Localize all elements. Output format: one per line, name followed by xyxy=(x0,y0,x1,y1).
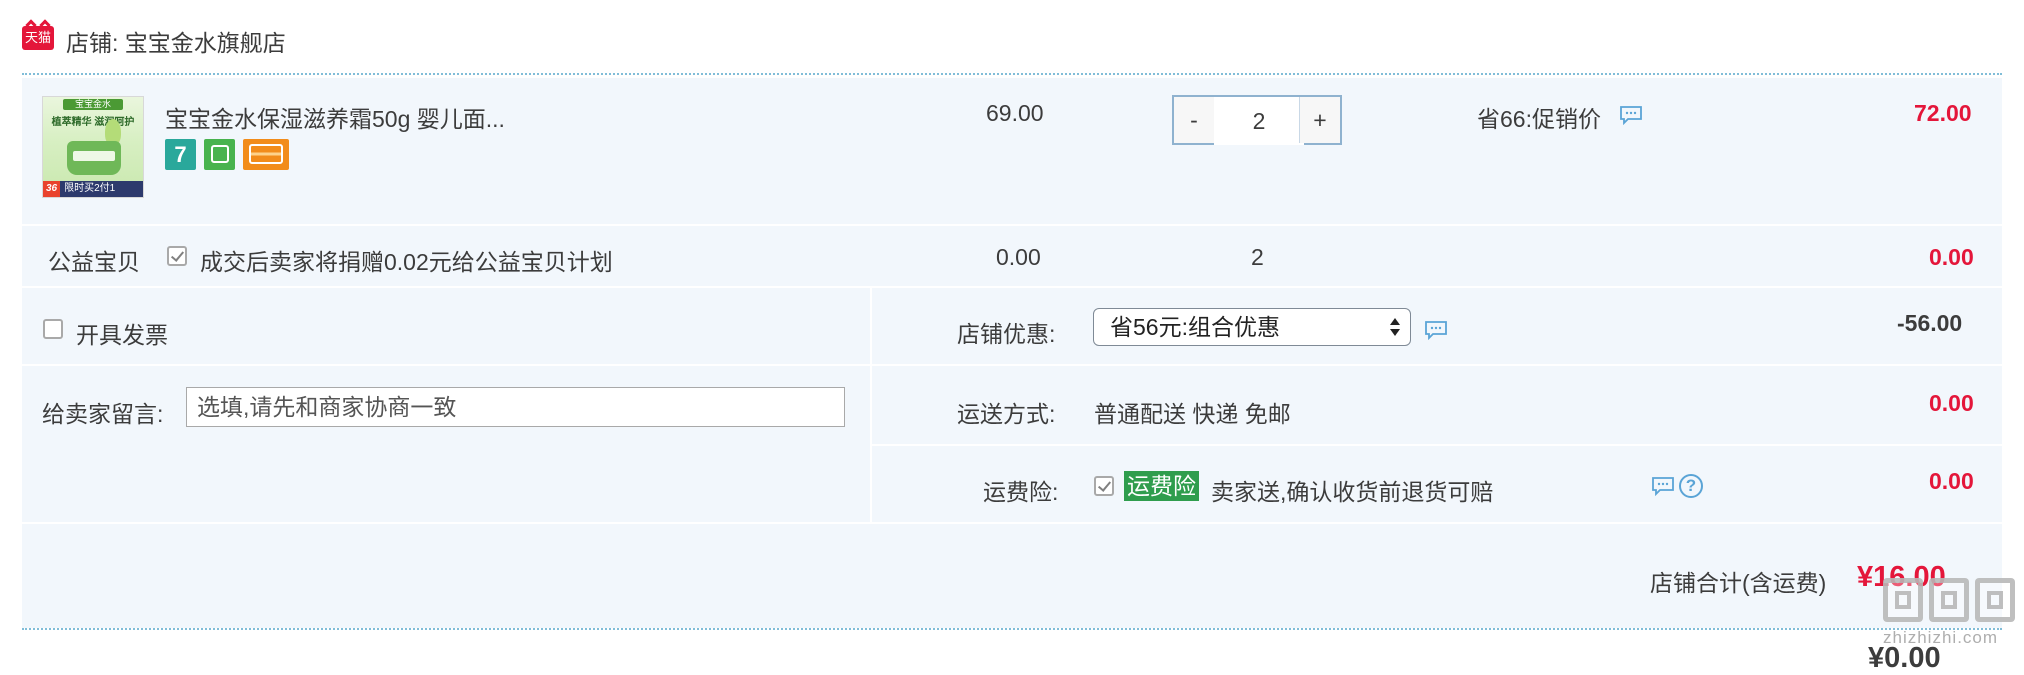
cream-jar-icon xyxy=(67,141,121,175)
promo-text: 限时买2付1 xyxy=(64,183,116,194)
shopping-bag-icon[interactable] xyxy=(204,139,235,170)
seven-day-return-icon[interactable]: 7 xyxy=(165,139,196,170)
charity-description: 成交后卖家将捐赠0.02元给公益宝贝计划 xyxy=(200,249,613,275)
credit-card-icon[interactable] xyxy=(243,139,289,170)
invoice-label[interactable]: 开具发票 xyxy=(76,316,168,350)
shipping-label: 运送方式: xyxy=(957,401,1056,427)
insurance-checkbox[interactable] xyxy=(1094,476,1114,496)
chat-bubble-icon[interactable] xyxy=(1651,476,1675,496)
charity-quantity: 2 xyxy=(1251,244,1264,270)
shipping-amount: 0.00 xyxy=(1929,390,1974,416)
divider-top xyxy=(22,73,2002,75)
item-subtotal: 72.00 xyxy=(1914,100,1972,126)
promotion-label: 省66:促销价 xyxy=(1477,106,1601,132)
product-title[interactable]: 宝宝金水保湿滋养霜50g 婴儿面... xyxy=(165,100,505,134)
next-amount-partial: ¥0.00 xyxy=(1868,642,1941,674)
row-separator xyxy=(22,522,2002,524)
divider-bottom xyxy=(22,628,2002,630)
tmall-badge: 天猫 xyxy=(22,26,54,50)
shop-discount-label: 店铺优惠: xyxy=(957,321,1056,347)
charity-checkbox[interactable] xyxy=(167,246,187,266)
chat-bubble-icon[interactable] xyxy=(1619,105,1643,125)
insurance-label: 运费险: xyxy=(983,479,1059,505)
quantity-stepper: - + xyxy=(1172,95,1342,145)
column-separator xyxy=(870,288,872,524)
thumbnail-promo: 36 限时买2付1 xyxy=(43,181,143,197)
message-input[interactable] xyxy=(186,387,845,427)
select-arrows-icon xyxy=(1390,315,1400,339)
unit-price: 69.00 xyxy=(986,100,1044,126)
insurance-description: 卖家送,确认收货前退货可赔 xyxy=(1211,479,1494,505)
decrease-quantity-button[interactable]: - xyxy=(1174,97,1215,143)
charity-label: 公益宝贝 xyxy=(48,249,140,275)
quantity-input[interactable] xyxy=(1214,97,1304,145)
thumbnail-brand: 宝宝金水 xyxy=(63,99,123,110)
shop-discount-selected: 省56元:组合优惠 xyxy=(1110,314,1280,340)
row-separator xyxy=(872,444,2002,446)
shop-discount-select[interactable]: 省56元:组合优惠 xyxy=(1093,308,1411,346)
shop-name[interactable]: 店铺: 宝宝金水旗舰店 xyxy=(66,24,286,58)
product-thumbnail[interactable]: 宝宝金水 植萃精华 滋润呵护 36 限时买2付1 xyxy=(42,96,144,198)
promo-number: 36 xyxy=(43,181,61,197)
chat-bubble-icon[interactable] xyxy=(1424,320,1448,340)
increase-quantity-button[interactable]: + xyxy=(1299,97,1340,143)
shop-total-label: 店铺合计(含运费) xyxy=(1650,570,1827,596)
insurance-amount: 0.00 xyxy=(1929,468,1974,494)
insurance-tag: 运费险 xyxy=(1124,471,1199,501)
message-label: 给卖家留言: xyxy=(42,401,164,427)
shop-discount-amount: -56.00 xyxy=(1897,310,1963,336)
charity-price: 0.00 xyxy=(996,244,1041,270)
invoice-checkbox[interactable] xyxy=(43,319,63,339)
help-icon[interactable]: ? xyxy=(1679,474,1703,498)
row-separator xyxy=(22,364,2002,366)
shipping-method: 普通配送 快递 免邮 xyxy=(1094,401,1291,427)
thumbnail-headline: 植萃精华 滋润呵护 xyxy=(51,117,135,128)
charity-subtotal: 0.00 xyxy=(1929,244,1974,270)
